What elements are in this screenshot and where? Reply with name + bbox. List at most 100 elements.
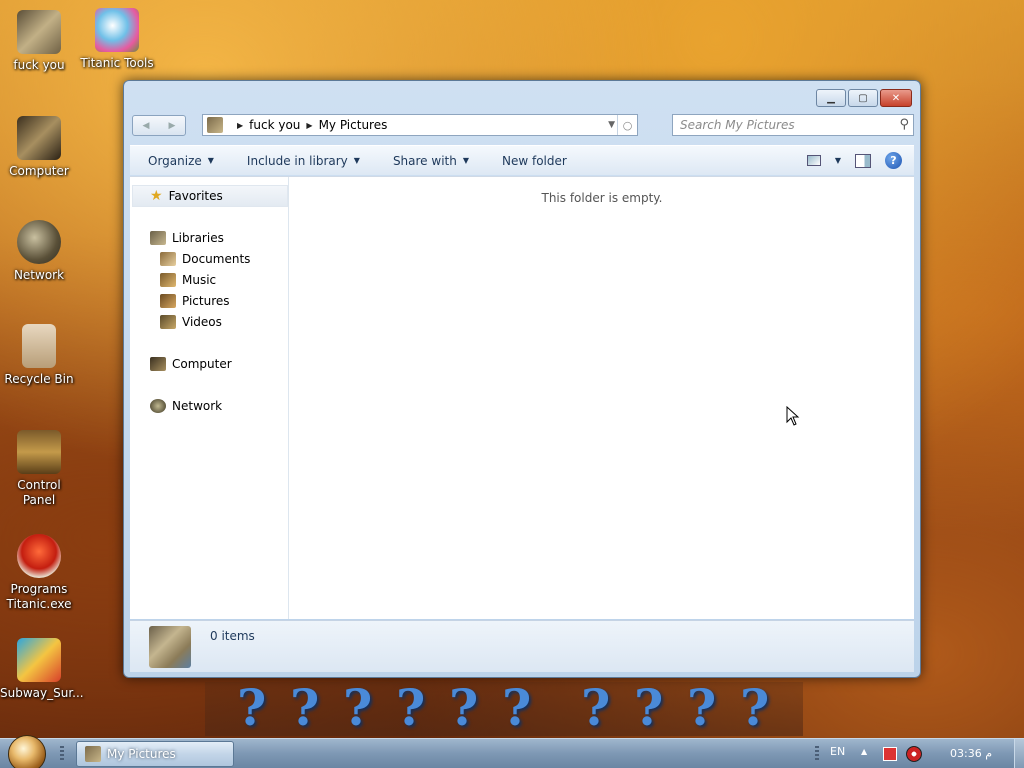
chevron-down-icon[interactable]: ▼ [608,120,615,130]
nav-item-music[interactable]: Music [160,270,216,290]
taskbar-grip[interactable] [60,746,64,762]
nav-item-label: Videos [182,315,222,329]
change-view-icon[interactable] [806,155,821,166]
network-icon [150,399,166,413]
desktop-icon-titanic-tools[interactable]: Titanic Tools [78,8,156,71]
content-area: ★ Favorites Libraries Documents Music Pi… [130,176,914,619]
minimize-button[interactable]: ▁ [816,89,846,107]
nav-item-videos[interactable]: Videos [160,312,222,332]
nav-item-libraries[interactable]: Libraries [150,228,224,248]
network-icon [17,220,61,264]
question-mark-icon: ? [290,678,320,737]
videos-icon [160,315,176,329]
question-mark-bar: ? ? ? ? ? ? ? ? ? ? [205,682,803,736]
titanic-tools-icon [95,8,139,52]
file-list-pane[interactable]: This folder is empty. [290,177,914,619]
search-icon[interactable]: ⚲ [899,117,909,132]
programs-icon [17,534,61,578]
breadcrumb-item[interactable]: My Pictures [319,118,388,132]
desktop-icon-label: Programs Titanic.exe [6,582,72,611]
search-input[interactable]: Search My Pictures ⚲ [672,114,914,136]
include-in-library-button[interactable]: Include in library ▼ [229,154,375,168]
clock[interactable]: 03:36 م [950,747,992,760]
question-mark-icon: ? [237,678,267,737]
address-bar[interactable]: ▶ fuck you ▶ My Pictures ▼ ○ [202,114,638,136]
desktop-icon-network[interactable]: Network [0,220,78,283]
chevron-down-icon: ▼ [462,156,469,165]
subway-surfers-icon [17,638,61,682]
navigation-bar: ◀ ▶ ▶ fuck you ▶ My Pictures ▼ ○ Search … [132,114,914,138]
desktop-icon-label: Subway_Sur... [0,686,84,700]
taskbar-window-my-pictures[interactable]: My Pictures [76,741,234,767]
desktop-icon-recycle-bin[interactable]: Recycle Bin [0,324,78,387]
back-arrow-icon[interactable]: ◀ [143,121,150,131]
details-pane: 0 items [130,620,914,672]
maximize-icon: ▢ [858,92,868,104]
search-placeholder: Search My Pictures [680,118,795,132]
nav-item-favorites[interactable]: ★ Favorites [150,186,223,206]
help-icon[interactable]: ? [885,152,902,169]
question-mark-icon: ? [343,678,373,737]
desktop-icon-label: Titanic Tools [80,56,154,70]
desktop-icon-fuck-you[interactable]: fuck you [0,10,78,73]
back-forward-buttons: ◀ ▶ [132,115,186,136]
show-hidden-icons-icon[interactable]: ▲ [861,747,867,756]
taskbar: My Pictures EN ▲ 03:36 م [0,735,1024,768]
desktop-icon-label: Network [13,268,65,282]
item-count: 0 items [210,629,255,643]
desktop-icon-label: fuck you [13,58,65,72]
organize-button[interactable]: Organize ▼ [130,154,229,168]
taskbar-window-label: My Pictures [107,747,176,761]
desktop-icon-subway-surfers[interactable]: Subway_Sur... [0,638,84,701]
libraries-icon [150,231,166,245]
tray-grip[interactable] [815,746,819,762]
navigation-pane: ★ Favorites Libraries Documents Music Pi… [130,177,289,619]
show-desktop-button[interactable] [1014,739,1024,768]
close-button[interactable]: ✕ [880,89,912,107]
documents-icon [160,252,176,266]
desktop-icon-label: Computer [9,164,69,178]
question-mark-icon: ? [502,678,532,737]
nav-item-label: Music [182,273,217,287]
toolbar-right: ▼ ? [806,152,914,169]
include-in-library-label: Include in library [246,153,348,168]
refresh-icon[interactable]: ○ [617,115,637,135]
volume-tray-icon[interactable] [906,746,922,762]
nav-item-computer[interactable]: Computer [150,354,232,374]
nav-item-label: Pictures [182,294,230,308]
language-indicator[interactable]: EN [830,745,845,758]
preview-pane-icon[interactable] [855,153,871,168]
music-icon [160,273,176,287]
chevron-down-icon[interactable]: ▼ [835,156,841,165]
share-with-label: Share with [392,153,457,168]
breadcrumb-separator-icon[interactable]: ▶ [306,121,312,130]
star-icon: ★ [150,188,163,204]
new-folder-button[interactable]: New folder [484,154,582,168]
chevron-down-icon: ▼ [353,156,360,165]
command-toolbar: Organize ▼ Include in library ▼ Share wi… [130,145,914,175]
forward-arrow-icon[interactable]: ▶ [169,121,176,131]
desktop-icon-programs-titanic[interactable]: Programs Titanic.exe [0,534,78,612]
breadcrumb-item[interactable]: fuck you [249,118,300,132]
nav-item-documents[interactable]: Documents [160,249,250,269]
question-mark-icon: ? [687,678,717,737]
empty-folder-message: This folder is empty. [541,191,663,205]
nav-item-label: Documents [182,252,251,266]
question-mark-icon: ? [581,678,611,737]
library-folder-icon [85,746,101,762]
nav-item-pictures[interactable]: Pictures [160,291,230,311]
nav-item-network[interactable]: Network [150,396,222,416]
chevron-down-icon: ▼ [207,156,214,165]
start-button[interactable] [8,735,46,768]
nav-item-label: Computer [172,357,232,371]
library-folder-icon [17,10,61,54]
library-folder-icon [207,117,223,133]
organize-label: Organize [148,153,202,168]
maximize-button[interactable]: ▢ [848,89,878,107]
desktop-icon-control-panel[interactable]: Control Panel [0,430,78,508]
share-with-button[interactable]: Share with ▼ [375,154,484,168]
desktop-icon-computer[interactable]: Computer [0,116,78,179]
network-tray-icon[interactable] [883,747,897,761]
breadcrumb-separator-icon[interactable]: ▶ [237,121,243,130]
question-mark-icon: ? [740,678,770,737]
